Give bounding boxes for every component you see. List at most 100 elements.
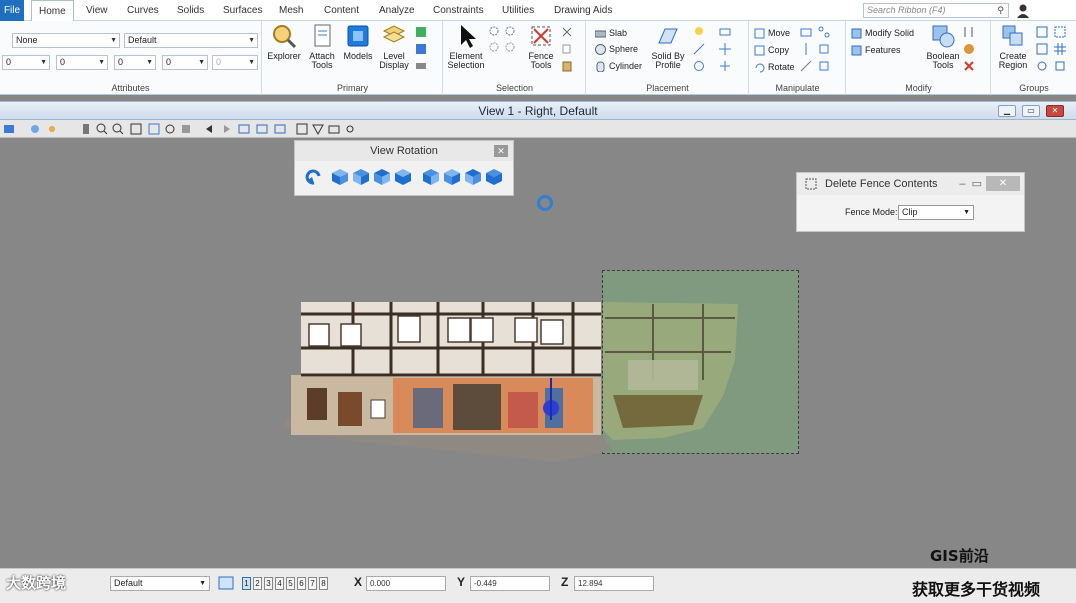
tab-analyze[interactable]: Analyze: [379, 0, 415, 21]
tab-solids[interactable]: Solids: [177, 0, 204, 21]
delete-icon[interactable]: [963, 60, 975, 72]
rotate-view-icon[interactable]: [164, 123, 176, 135]
element-selection-button[interactable]: Element Selection: [446, 23, 486, 70]
view-button-4[interactable]: 4: [275, 577, 284, 590]
maximize-button[interactable]: ▭: [1022, 105, 1040, 117]
minimize-restore-icon[interactable]: – ▭: [959, 173, 982, 195]
level-combo[interactable]: None ▼: [12, 33, 120, 48]
scissors-icon[interactable]: [561, 26, 573, 38]
pattern-icon[interactable]: [1054, 60, 1066, 72]
tab-constraints[interactable]: Constraints: [433, 0, 484, 21]
plus-icon[interactable]: [719, 60, 731, 72]
rotate-button[interactable]: Rotate: [754, 60, 795, 74]
cylinder-button[interactable]: Cylinder: [595, 59, 642, 73]
tab-mesh[interactable]: Mesh: [279, 0, 303, 21]
spin-icon[interactable]: [818, 60, 830, 72]
ungroup-icon[interactable]: [1054, 26, 1066, 38]
y-coordinate-input[interactable]: -0.449: [470, 576, 550, 591]
clip-mask-icon[interactable]: [312, 123, 324, 135]
paste-icon[interactable]: [561, 60, 573, 72]
level-display-button[interactable]: Level Display: [377, 23, 411, 70]
cube-front-icon[interactable]: [373, 168, 391, 186]
mirror-icon[interactable]: [800, 43, 812, 55]
scale-icon[interactable]: [800, 26, 812, 38]
select-none-icon[interactable]: [504, 25, 516, 37]
solid-by-profile-button[interactable]: Solid By Profile: [649, 23, 687, 70]
rectangle-icon[interactable]: [719, 26, 731, 38]
cube-right-iso-icon[interactable]: [485, 168, 503, 186]
view-button-8[interactable]: 8: [319, 577, 328, 590]
rotate-view-back-icon[interactable]: [305, 168, 323, 186]
move-button[interactable]: Move: [754, 26, 790, 40]
modify-solid-button[interactable]: Modify Solid: [851, 26, 914, 40]
copy-button[interactable]: Copy: [754, 43, 789, 57]
stretch-icon[interactable]: [800, 60, 812, 72]
view-button-1[interactable]: 1: [242, 577, 251, 590]
view-button-2[interactable]: 2: [253, 577, 262, 590]
cube-back-icon[interactable]: [394, 168, 412, 186]
view-display-icon[interactable]: [274, 123, 286, 135]
z-coordinate-input[interactable]: 12.894: [574, 576, 654, 591]
user-icon[interactable]: [1016, 4, 1030, 18]
zoom-out-icon[interactable]: [112, 123, 124, 135]
view-groups-icon[interactable]: [218, 576, 236, 591]
tab-drawing-aids[interactable]: Drawing Aids: [554, 0, 612, 21]
style-combo[interactable]: Default ▼: [124, 33, 258, 48]
references-icon[interactable]: [415, 26, 427, 38]
boolean-tools-button[interactable]: Boolean Tools: [923, 23, 963, 70]
priority-combo[interactable]: 0 ▼: [212, 55, 258, 70]
trim-icon[interactable]: [963, 26, 975, 38]
view-attributes-icon[interactable]: [3, 123, 15, 135]
walk-icon[interactable]: [344, 123, 356, 135]
tab-file[interactable]: File: [0, 0, 24, 21]
weight-combo[interactable]: 0 ▼: [114, 55, 156, 70]
tab-home[interactable]: Home: [31, 0, 74, 22]
slab-button[interactable]: Slab: [595, 26, 627, 40]
cell-icon[interactable]: [1036, 43, 1048, 55]
zoom-in-icon[interactable]: [96, 123, 108, 135]
fence-mode-select[interactable]: Clip ▼: [898, 205, 974, 220]
circle-icon[interactable]: [693, 60, 705, 72]
pan-view-icon[interactable]: [180, 123, 192, 135]
copy-view-icon[interactable]: [238, 123, 250, 135]
sphere-button[interactable]: Sphere: [595, 42, 638, 56]
bulb-icon[interactable]: [693, 26, 705, 38]
tab-curves[interactable]: Curves: [127, 0, 159, 21]
raster-icon[interactable]: [415, 43, 427, 55]
target-icon[interactable]: [1036, 60, 1048, 72]
cube-bottom-icon[interactable]: [352, 168, 370, 186]
cube-right-icon[interactable]: [443, 168, 461, 186]
grid-icon[interactable]: [1054, 43, 1066, 55]
close-button[interactable]: ✕: [1046, 105, 1064, 117]
reality-mesh-building[interactable]: [283, 300, 743, 462]
cube-top-icon[interactable]: [331, 168, 349, 186]
models-button[interactable]: Models: [341, 23, 375, 61]
explorer-button[interactable]: Explorer: [267, 23, 301, 61]
snowflake-icon[interactable]: [719, 43, 731, 55]
x-coordinate-input[interactable]: 0.000: [366, 576, 446, 591]
camera-icon[interactable]: [328, 123, 340, 135]
select-by-attr-icon[interactable]: [504, 41, 516, 53]
create-region-button[interactable]: Create Region: [996, 23, 1030, 70]
display-style-icon[interactable]: [29, 123, 41, 135]
view-button-6[interactable]: 6: [297, 577, 306, 590]
cube-iso-icon[interactable]: [464, 168, 482, 186]
group-icon[interactable]: [1036, 26, 1048, 38]
lighting-icon[interactable]: [46, 123, 58, 135]
view-next-icon[interactable]: [220, 123, 232, 135]
attach-tools-button[interactable]: Attach Tools: [305, 23, 339, 70]
search-ribbon-input[interactable]: Search Ribbon (F4) ⚲: [863, 3, 1009, 18]
window-area-icon[interactable]: [130, 123, 142, 135]
minimize-button[interactable]: ▁: [998, 105, 1016, 117]
view-button-5[interactable]: 5: [286, 577, 295, 590]
transparency-combo[interactable]: 0 ▼: [162, 55, 208, 70]
fit-view-icon[interactable]: [148, 123, 160, 135]
array-icon[interactable]: [818, 26, 830, 38]
copy-icon[interactable]: [561, 43, 573, 55]
tab-utilities[interactable]: Utilities: [502, 0, 534, 21]
view-button-7[interactable]: 7: [308, 577, 317, 590]
line-style-combo[interactable]: 0 ▼: [56, 55, 108, 70]
active-level-combo[interactable]: Default ▼: [110, 576, 210, 591]
features-button[interactable]: Features: [851, 43, 901, 57]
paint-icon[interactable]: [963, 43, 975, 55]
